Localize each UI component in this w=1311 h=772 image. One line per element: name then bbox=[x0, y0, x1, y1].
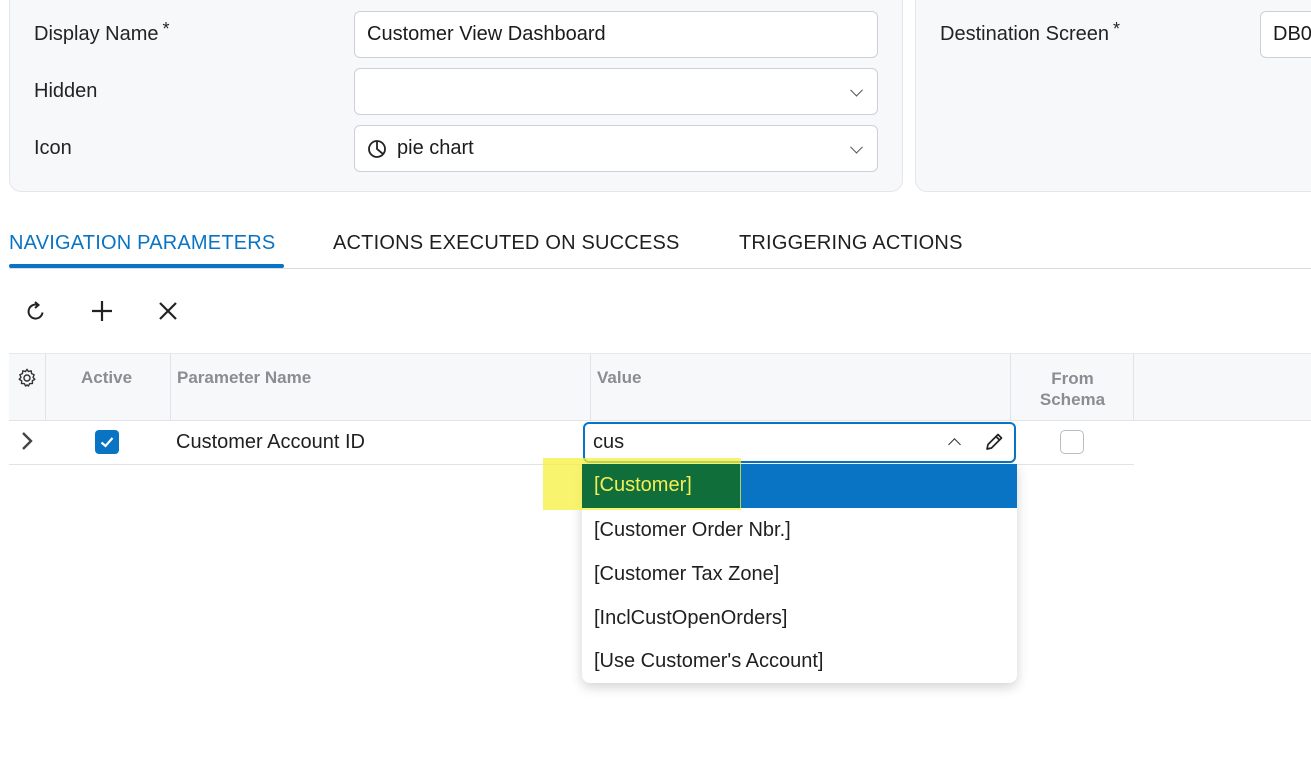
gear-icon bbox=[18, 368, 36, 387]
active-tab-indicator bbox=[9, 264, 284, 268]
dropdown-option[interactable]: [Customer Tax Zone] bbox=[582, 552, 1017, 596]
required-marker: * bbox=[162, 19, 170, 39]
destination-screen-label-text: Destination Screen bbox=[940, 23, 1109, 45]
column-header-from-schema-label: From Schema bbox=[1039, 369, 1106, 409]
column-header-parameter-name[interactable]: Parameter Name bbox=[171, 354, 591, 421]
add-icon bbox=[92, 301, 112, 321]
parameter-name-cell: Customer Account ID bbox=[176, 431, 365, 453]
from-schema-checkbox[interactable] bbox=[1060, 430, 1084, 454]
value-input-text: cus bbox=[593, 431, 625, 453]
display-name-input[interactable]: Customer View Dashboard bbox=[354, 11, 878, 58]
dropdown-option[interactable]: [InclCustOpenOrders] bbox=[582, 596, 1017, 640]
active-checkbox[interactable] bbox=[95, 430, 119, 454]
add-row-button[interactable] bbox=[85, 294, 119, 328]
display-name-label: Display Name * bbox=[34, 19, 170, 46]
icon-value: pie chart bbox=[397, 137, 474, 159]
tab-navigation-parameters[interactable]: NAVIGATION PARAMETERS bbox=[9, 232, 275, 255]
required-marker: * bbox=[1112, 19, 1120, 39]
dropdown-option[interactable]: [Customer Order Nbr.] bbox=[582, 508, 1017, 552]
column-settings-cell[interactable] bbox=[9, 354, 46, 421]
refresh-button[interactable] bbox=[19, 294, 53, 328]
destination-screen-label: Destination Screen * bbox=[940, 19, 1120, 46]
display-name-label-text: Display Name bbox=[34, 23, 159, 45]
icon-label-text: Icon bbox=[34, 137, 72, 159]
chevron-right-icon[interactable] bbox=[20, 431, 34, 451]
pencil-icon[interactable] bbox=[983, 431, 1005, 453]
column-header-active[interactable]: Active bbox=[46, 354, 171, 421]
pie-chart-icon bbox=[368, 139, 386, 158]
hidden-select[interactable] bbox=[354, 68, 878, 115]
chevron-down-icon bbox=[850, 140, 863, 154]
delete-icon bbox=[159, 302, 177, 320]
column-header-value[interactable]: Value bbox=[591, 354, 1011, 421]
column-header-parameter-name-label: Parameter Name bbox=[177, 368, 312, 387]
tab-bar: NAVIGATION PARAMETERS ACTIONS EXECUTED O… bbox=[9, 222, 1311, 269]
tab-actions-executed-on-success[interactable]: ACTIONS EXECUTED ON SUCCESS bbox=[333, 232, 680, 255]
hidden-label-text: Hidden bbox=[34, 80, 98, 102]
delete-row-button[interactable] bbox=[151, 294, 185, 328]
column-header-from-schema[interactable]: From Schema bbox=[1011, 354, 1134, 421]
display-name-value: Customer View Dashboard bbox=[367, 23, 606, 45]
checkmark-icon bbox=[100, 437, 114, 448]
icon-label: Icon bbox=[34, 137, 72, 160]
selected-option-label[interactable]: [Customer] bbox=[594, 474, 692, 497]
dropdown-option[interactable]: [Use Customer's Account] bbox=[582, 639, 1017, 683]
destination-screen-input[interactable]: DB0 bbox=[1260, 11, 1311, 58]
tab-triggering-actions[interactable]: TRIGGERING ACTIONS bbox=[739, 232, 963, 255]
hidden-label: Hidden bbox=[34, 80, 97, 103]
column-header-active-label: Active bbox=[81, 368, 133, 387]
chevron-down-icon bbox=[850, 83, 863, 97]
icon-select[interactable]: pie chart bbox=[354, 125, 878, 172]
column-header-value-label: Value bbox=[597, 368, 642, 387]
destination-screen-value: DB0 bbox=[1273, 23, 1311, 45]
grid-header: Active Parameter Name Value From Schema bbox=[9, 353, 1311, 421]
refresh-icon bbox=[27, 301, 44, 320]
